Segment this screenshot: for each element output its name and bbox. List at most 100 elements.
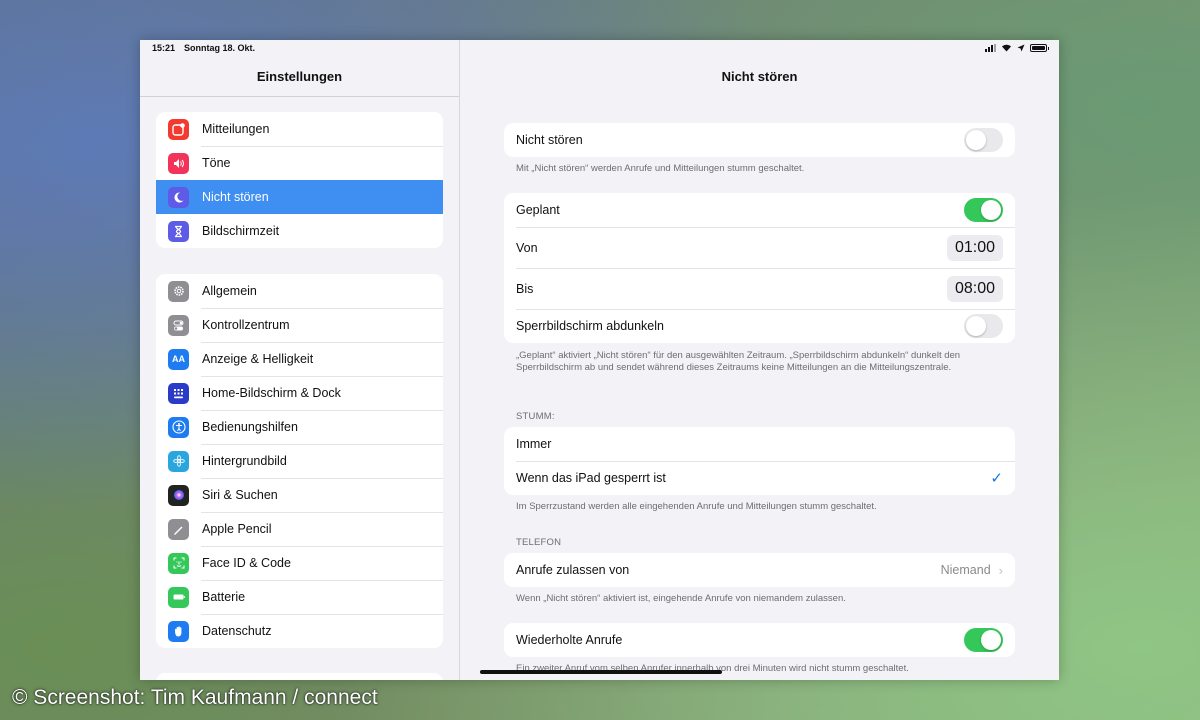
sidebar-group-2: Allgemein Kontrollzentrum AA Anzeige & H… bbox=[156, 274, 443, 648]
dnd-footer: Mit „Nicht stören“ werden Anrufe und Mit… bbox=[516, 163, 805, 174]
gear-icon bbox=[168, 280, 189, 302]
silence-footer: Im Sperrzustand werden alle eingehenden … bbox=[516, 501, 877, 512]
dim-lockscreen-row: Sperrbildschirm abdunkeln bbox=[504, 309, 1015, 343]
sidebar-item-label: Töne bbox=[202, 156, 231, 170]
sidebar-group-3 bbox=[156, 673, 443, 680]
dim-lockscreen-label: Sperrbildschirm abdunkeln bbox=[516, 319, 664, 333]
sidebar-item-label: Face ID & Code bbox=[202, 556, 291, 570]
location-icon bbox=[1017, 44, 1025, 51]
repeated-calls-row: Wiederholte Anrufe bbox=[504, 623, 1015, 657]
home-indicator[interactable] bbox=[480, 670, 722, 674]
sidebar-item-home-bildschirm[interactable]: Home-Bildschirm & Dock bbox=[156, 376, 443, 410]
sidebar-item-apple-pencil[interactable]: Apple Pencil bbox=[156, 512, 443, 546]
battery-status-icon bbox=[1030, 43, 1049, 52]
silence-card: Immer Wenn das iPad gesperrt ist ✓ bbox=[504, 427, 1015, 495]
battery-icon bbox=[168, 586, 189, 608]
screenshot-credit: © Screenshot: Tim Kaufmann / connect bbox=[12, 686, 378, 709]
sidebar-item-mitteilungen[interactable]: Mitteilungen bbox=[156, 112, 443, 146]
to-time-picker[interactable]: 08:00 bbox=[946, 275, 1003, 302]
from-row: Von 01:00 bbox=[504, 227, 1015, 268]
moon-icon bbox=[168, 186, 189, 208]
switches-icon bbox=[168, 314, 189, 336]
dnd-toggle[interactable] bbox=[964, 128, 1003, 152]
sidebar-item-label: Hintergrundbild bbox=[202, 454, 287, 468]
scheduled-footer: „Geplant“ aktiviert „Nicht stören“ für d… bbox=[516, 350, 961, 373]
to-row: Bis 08:00 bbox=[504, 268, 1015, 309]
sidebar-item-toene[interactable]: Töne bbox=[156, 146, 443, 180]
text-size-icon: AA bbox=[168, 348, 189, 370]
sidebar-item-label: Datenschutz bbox=[202, 624, 272, 638]
sidebar-item-hintergrundbild[interactable]: Hintergrundbild bbox=[156, 444, 443, 478]
hourglass-icon bbox=[168, 220, 189, 242]
sidebar-item-label: Nicht stören bbox=[202, 190, 269, 204]
allow-calls-value: Niemand bbox=[940, 563, 991, 577]
phone-footer: Wenn „Nicht stören“ aktiviert ist, einge… bbox=[516, 593, 846, 604]
sidebar-item-label: Anzeige & Helligkeit bbox=[202, 352, 314, 366]
sidebar-item-siri-suchen[interactable]: Siri & Suchen bbox=[156, 478, 443, 512]
sidebar-item-label: Siri & Suchen bbox=[202, 488, 278, 502]
dnd-label: Nicht stören bbox=[516, 133, 583, 147]
detail-pane: Nicht stören Nicht stören Mit „Nicht stö… bbox=[460, 40, 1059, 680]
silence-locked-label: Wenn das iPad gesperrt ist bbox=[516, 471, 666, 485]
scheduled-toggle[interactable] bbox=[964, 198, 1003, 222]
repeated-calls-label: Wiederholte Anrufe bbox=[516, 633, 623, 647]
sidebar-group-1: Mitteilungen Töne Nicht stören Bildschir… bbox=[156, 112, 443, 248]
sidebar-item-face-id[interactable]: Face ID & Code bbox=[156, 546, 443, 580]
notifications-icon bbox=[168, 118, 189, 140]
sidebar-item-label: Allgemein bbox=[202, 284, 257, 298]
sidebar-item-label: Batterie bbox=[202, 590, 246, 604]
phone-section-header: TELEFON bbox=[516, 537, 562, 548]
sidebar-item-nicht-stoeren[interactable]: Nicht stören bbox=[156, 180, 443, 214]
silence-always-label: Immer bbox=[516, 437, 552, 451]
sidebar-item-anzeige-helligkeit[interactable]: AA Anzeige & Helligkeit bbox=[156, 342, 443, 376]
to-label: Bis bbox=[516, 281, 534, 296]
sidebar-item-allgemein[interactable]: Allgemein bbox=[156, 274, 443, 308]
sidebar-title: Einstellungen bbox=[256, 69, 343, 84]
scheduled-card: Geplant Von 01:00 Bis 08:00 Sperrbildsch… bbox=[504, 193, 1015, 343]
chevron-right-icon: › bbox=[998, 562, 1003, 578]
sidebar-item-label: Home-Bildschirm & Dock bbox=[202, 386, 341, 400]
repeated-calls-toggle[interactable] bbox=[964, 628, 1003, 652]
pencil-icon bbox=[168, 518, 189, 540]
phone-card: Anrufe zulassen von Niemand › bbox=[504, 553, 1015, 587]
flower-icon bbox=[168, 450, 189, 472]
speaker-icon bbox=[168, 152, 189, 174]
sidebar-item-label: Kontrollzentrum bbox=[202, 318, 290, 332]
sidebar-item-label: Bildschirmzeit bbox=[202, 224, 280, 238]
silence-locked-row[interactable]: Wenn das iPad gesperrt ist ✓ bbox=[504, 461, 1015, 495]
allow-calls-value-wrap: Niemand › bbox=[941, 563, 1003, 578]
allow-calls-label: Anrufe zulassen von bbox=[516, 563, 630, 577]
status-icons bbox=[985, 43, 1049, 52]
status-date: Sonntag 18. Okt. bbox=[184, 43, 256, 53]
wifi-icon bbox=[1002, 44, 1011, 52]
sidebar-item-label: Apple Pencil bbox=[202, 522, 272, 536]
sidebar-item-datenschutz[interactable]: Datenschutz bbox=[156, 614, 443, 648]
dim-lockscreen-toggle[interactable] bbox=[964, 314, 1003, 338]
from-time-picker[interactable]: 01:00 bbox=[946, 234, 1003, 261]
repeated-calls-card: Wiederholte Anrufe bbox=[504, 623, 1015, 657]
settings-sidebar: 15:21 Sonntag 18. Okt. Einstellungen Mit… bbox=[140, 40, 460, 680]
dnd-row: Nicht stören bbox=[504, 123, 1015, 157]
face-id-icon bbox=[168, 552, 189, 574]
hand-icon bbox=[168, 620, 189, 642]
dnd-card: Nicht stören bbox=[504, 123, 1015, 157]
silence-always-row[interactable]: Immer bbox=[504, 427, 1015, 461]
grid-icon bbox=[168, 382, 189, 404]
silence-section-header: STUMM: bbox=[516, 411, 555, 422]
ipad-screen: 15:21 Sonntag 18. Okt. Einstellungen Mit… bbox=[140, 40, 1059, 680]
sidebar-item-bedienungshilfen[interactable]: Bedienungshilfen bbox=[156, 410, 443, 444]
sidebar-item-label: Mitteilungen bbox=[202, 122, 270, 136]
sidebar-item-bildschirmzeit[interactable]: Bildschirmzeit bbox=[156, 214, 443, 248]
scheduled-label: Geplant bbox=[516, 203, 560, 217]
from-label: Von bbox=[516, 240, 538, 255]
allow-calls-row[interactable]: Anrufe zulassen von Niemand › bbox=[504, 553, 1015, 587]
sidebar-divider bbox=[140, 96, 459, 97]
sidebar-item-kontrollzentrum[interactable]: Kontrollzentrum bbox=[156, 308, 443, 342]
scheduled-row: Geplant bbox=[504, 193, 1015, 227]
sidebar-item-batterie[interactable]: Batterie bbox=[156, 580, 443, 614]
page-title: Nicht stören bbox=[721, 69, 798, 84]
status-time: 15:21 bbox=[152, 43, 176, 53]
cellular-signal-icon bbox=[985, 43, 996, 52]
sidebar-item-label: Bedienungshilfen bbox=[202, 420, 298, 434]
accessibility-icon bbox=[168, 416, 189, 438]
